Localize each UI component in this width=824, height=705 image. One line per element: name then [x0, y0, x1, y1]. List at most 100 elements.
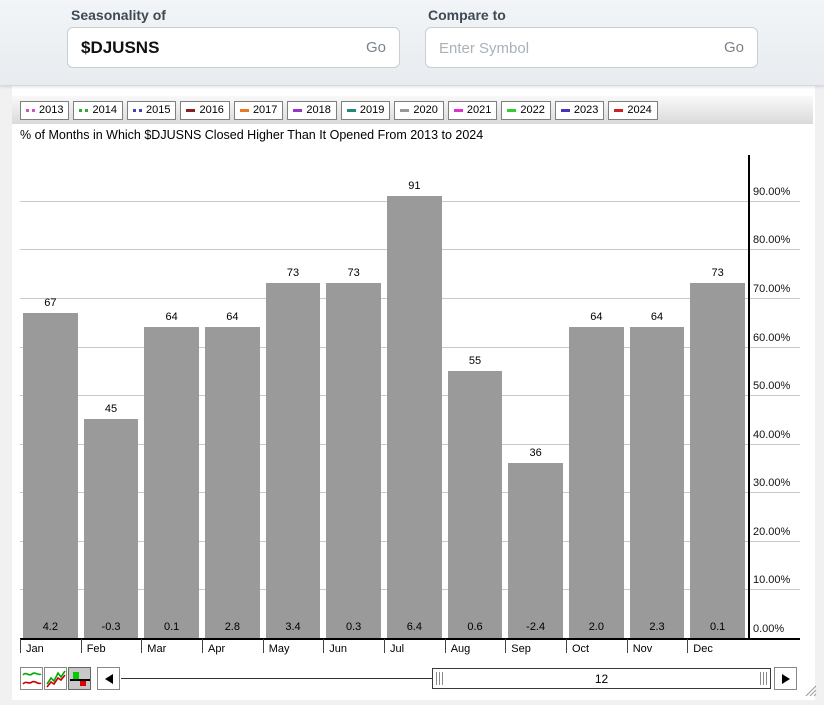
bar-value-label: 73	[326, 267, 381, 279]
scroll-left-button[interactable]	[97, 667, 120, 690]
legend-year-label: 2024	[627, 104, 651, 116]
month-tick	[627, 639, 628, 653]
y-tick-label: 20.00%	[753, 526, 790, 538]
compare-symbol-input[interactable]	[439, 38, 716, 58]
seasonality-symbol-input[interactable]	[81, 38, 358, 58]
legend-marker-icon	[186, 109, 195, 112]
histogram-chart-icon	[70, 669, 90, 689]
bar-value-label: 73	[690, 267, 745, 279]
legend-marker-icon	[133, 109, 142, 112]
y-tick-label: 50.00%	[753, 380, 790, 392]
legend-year-2015[interactable]: 2015	[127, 101, 176, 120]
bar-Jul	[387, 196, 442, 638]
y-tick-label: 90.00%	[753, 186, 790, 198]
scroll-right-button[interactable]	[774, 667, 797, 690]
seasonality-symbol-box: Go	[67, 27, 400, 68]
chart-title: % of Months in Which $DJUSNS Closed High…	[20, 128, 483, 142]
bar-Apr	[205, 327, 260, 638]
legend-year-2022[interactable]: 2022	[501, 101, 550, 120]
month-label-Aug: Aug	[451, 643, 471, 655]
seasonality-of-label: Seasonality of	[71, 7, 166, 23]
bar-value-label: 91	[387, 180, 442, 192]
month-label-Nov: Nov	[633, 643, 653, 655]
bar-May	[266, 283, 321, 638]
scrollbar-track[interactable]	[121, 678, 432, 679]
x-axis-line	[20, 638, 800, 640]
bar-Oct	[569, 327, 624, 638]
month-tick	[687, 639, 688, 653]
legend-year-2017[interactable]: 2017	[234, 101, 283, 120]
month-tick	[202, 639, 203, 653]
bar-bottom-value-label: 6.4	[384, 621, 445, 633]
month-label-Feb: Feb	[87, 643, 106, 655]
y-axis-line	[748, 155, 750, 639]
resize-grip-icon[interactable]	[800, 680, 818, 698]
legend-marker-icon	[507, 109, 516, 112]
histogram-chart-type-button[interactable]	[68, 667, 91, 690]
bar-Aug	[448, 371, 503, 638]
multi-line-chart-type-button[interactable]	[44, 667, 67, 690]
month-tick	[263, 639, 264, 653]
bar-Jan	[23, 313, 78, 639]
bar-Jun	[326, 283, 381, 638]
legend-marker-icon	[561, 109, 570, 112]
y-tick-label: 60.00%	[753, 332, 790, 344]
month-label-Mar: Mar	[147, 643, 166, 655]
scrollbar-thumb[interactable]: 12	[432, 668, 771, 689]
month-label-Dec: Dec	[693, 643, 713, 655]
bar-value-label: 55	[448, 355, 503, 367]
multi-line-chart-icon	[46, 669, 66, 689]
month-tick	[566, 639, 567, 653]
month-label-Jul: Jul	[390, 643, 404, 655]
legend-year-2019[interactable]: 2019	[341, 101, 390, 120]
legend-year-2020[interactable]: 2020	[394, 101, 443, 120]
month-tick	[20, 639, 21, 653]
legend-year-label: 2015	[146, 104, 170, 116]
scrollbar-value: 12	[595, 672, 608, 686]
month-tick	[323, 639, 324, 653]
legend-marker-icon	[240, 109, 249, 112]
right-arrow-icon	[782, 674, 790, 684]
legend-year-label: 2021	[467, 104, 491, 116]
bar-value-label: 64	[144, 311, 199, 323]
bar-value-label: 64	[205, 311, 260, 323]
legend-year-2018[interactable]: 2018	[287, 101, 336, 120]
legend-year-2024[interactable]: 2024	[608, 101, 657, 120]
legend-marker-icon	[293, 109, 302, 112]
legend-marker-icon	[614, 109, 623, 112]
month-tick	[445, 639, 446, 653]
legend-year-2023[interactable]: 2023	[555, 101, 604, 120]
seasonality-go-button[interactable]: Go	[358, 39, 386, 56]
legend-marker-icon	[79, 109, 88, 112]
legend-year-2014[interactable]: 2014	[73, 101, 122, 120]
thumb-grip-right-icon	[760, 672, 767, 685]
legend-year-label: 2020	[413, 104, 437, 116]
y-tick-label: 10.00%	[753, 574, 790, 586]
dual-line-chart-type-button[interactable]	[20, 667, 43, 690]
bar-bottom-value-label: 4.2	[20, 621, 81, 633]
compare-go-button[interactable]: Go	[716, 39, 744, 56]
page-bottom-strip	[0, 700, 824, 705]
legend-year-label: 2022	[520, 104, 544, 116]
legend-year-2016[interactable]: 2016	[180, 101, 229, 120]
bar-value-label: 73	[266, 267, 321, 279]
month-label-Oct: Oct	[572, 643, 589, 655]
bar-bottom-value-label: 0.1	[687, 621, 748, 633]
compare-symbol-box: Go	[425, 27, 758, 68]
legend-marker-icon	[347, 109, 356, 112]
bar-bottom-value-label: -0.3	[81, 621, 142, 633]
legend-year-label: 2016	[199, 104, 223, 116]
legend-year-2013[interactable]: 2013	[20, 101, 69, 120]
legend-year-label: 2017	[253, 104, 277, 116]
bar-Sep	[508, 463, 563, 638]
legend-year-2021[interactable]: 2021	[448, 101, 497, 120]
bar-value-label: 64	[630, 311, 685, 323]
bar-bottom-value-label: 0.1	[141, 621, 202, 633]
legend-year-label: 2018	[306, 104, 330, 116]
legend-year-label: 2023	[574, 104, 598, 116]
bar-value-label: 45	[84, 403, 139, 415]
bar-Dec	[690, 283, 745, 638]
legend-year-label: 2019	[360, 104, 384, 116]
bar-Nov	[630, 327, 685, 638]
dual-line-chart-icon	[22, 669, 42, 689]
